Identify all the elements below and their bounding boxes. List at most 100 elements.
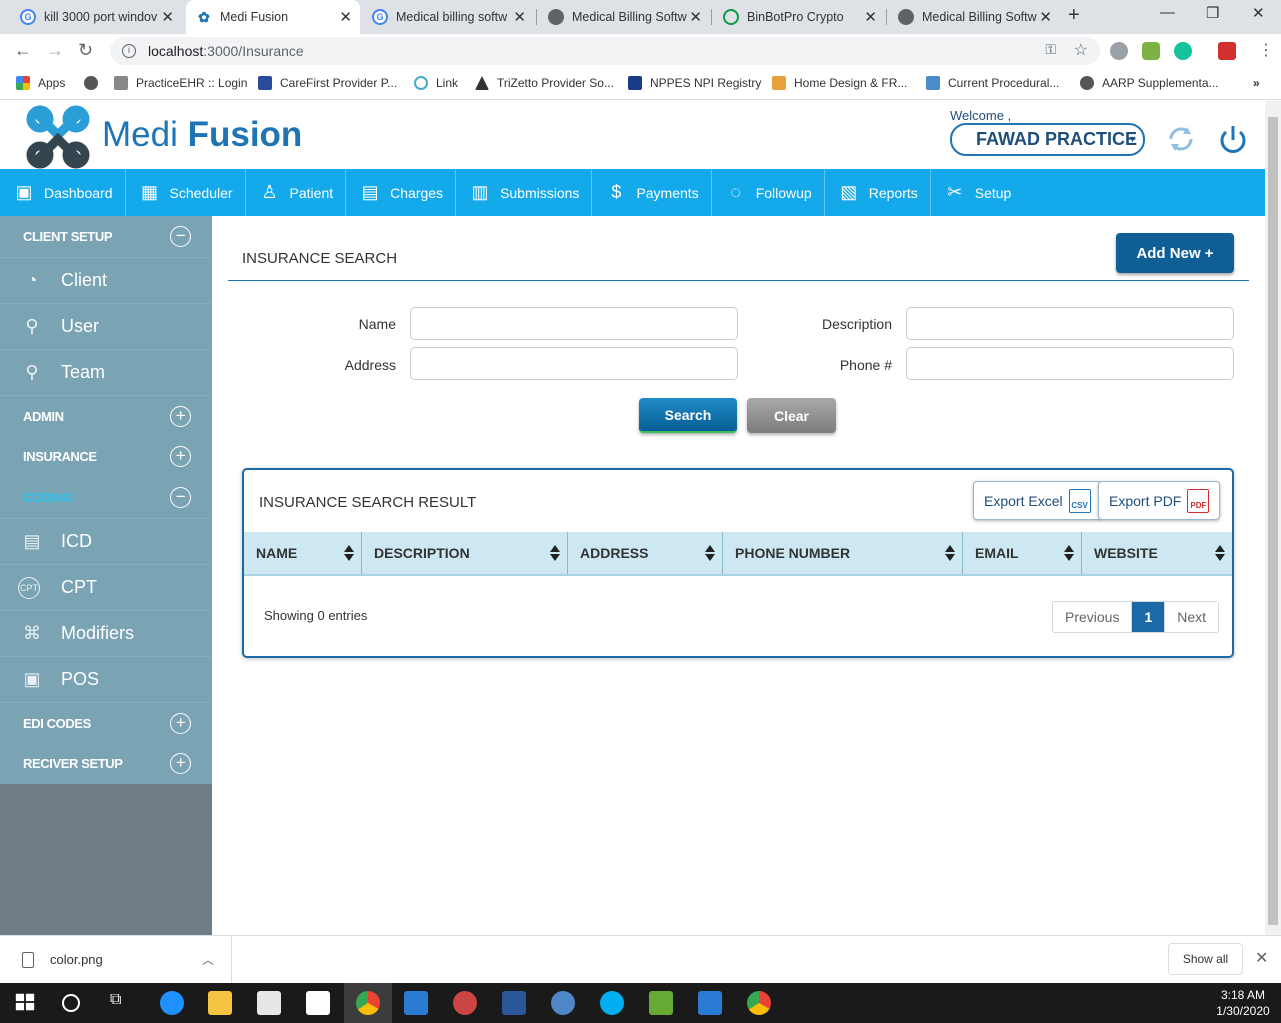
address-input[interactable] [410, 347, 738, 380]
sidebar-item-cpt[interactable]: CPT CPT [0, 564, 212, 610]
column-header-email[interactable]: EMAIL [963, 532, 1082, 574]
next-page-button[interactable]: Next [1165, 602, 1219, 632]
system-clock[interactable]: 3:18 AM 1/30/2020 [1210, 987, 1276, 1019]
sidebar-item-user[interactable]: ⚲ User [0, 303, 212, 349]
windows-start-icon[interactable] [14, 991, 38, 1015]
close-icon[interactable]: ✕ [1255, 948, 1268, 968]
nav-followup[interactable]: ◌ Followup [712, 169, 825, 216]
info-icon[interactable]: i [122, 44, 136, 58]
mail-icon[interactable] [306, 991, 330, 1015]
nav-patient[interactable]: ♙ Patient [246, 169, 347, 216]
column-header-website[interactable]: WEBSITE [1082, 532, 1232, 574]
maximize-icon[interactable]: ❐ [1206, 4, 1219, 22]
add-new-button[interactable]: Add New + [1116, 233, 1234, 273]
nav-submissions[interactable]: ▥ Submissions [456, 169, 593, 216]
column-header-address[interactable]: ADDRESS [568, 532, 723, 574]
practice-selector[interactable]: FAWAD PRACTICE ▼ [950, 123, 1145, 156]
bookmark-globe[interactable] [84, 76, 106, 90]
sidebar-section-admin[interactable]: ADMIN + [0, 395, 212, 436]
back-icon[interactable]: ← [14, 40, 32, 61]
sidebar-item-modifiers[interactable]: ⌘ Modifiers [0, 610, 212, 656]
close-icon[interactable]: ✕ [1039, 8, 1052, 26]
paint-icon[interactable] [453, 991, 477, 1015]
bookmark-trizetto[interactable]: TriZetto Provider So... [475, 76, 614, 90]
expand-icon[interactable]: + [170, 446, 191, 467]
column-header-name[interactable]: NAME [244, 532, 362, 574]
close-icon[interactable]: ✕ [513, 8, 526, 26]
reload-icon[interactable]: ↻ [78, 40, 93, 61]
nav-payments[interactable]: $ Payments [592, 169, 712, 216]
nav-reports[interactable]: ▧ Reports [825, 169, 931, 216]
chevron-up-icon[interactable]: ︿ [202, 951, 214, 968]
browser-tab[interactable]: Medical Billing Softw ✕ [888, 0, 1060, 34]
minimize-icon[interactable]: — [1160, 4, 1175, 21]
bookmarks-overflow-button[interactable]: » [1253, 76, 1260, 90]
chrome-icon[interactable] [747, 991, 771, 1015]
scrollbar-thumb[interactable] [1268, 117, 1278, 925]
browser-tab-active[interactable]: ✿ Medi Fusion ✕ [186, 0, 360, 34]
bookmark-home-design[interactable]: Home Design & FR... [772, 76, 907, 90]
bookmark-cms[interactable]: Current Procedural... [926, 76, 1059, 90]
sidebar-section-reciver-setup[interactable]: RECIVER SETUP + [0, 743, 212, 784]
nav-charges[interactable]: ▤ Charges [346, 169, 457, 216]
chrome-icon[interactable] [356, 991, 380, 1015]
sidebar-section-client-setup[interactable]: CLIENT SETUP − [0, 216, 212, 257]
expand-icon[interactable]: + [170, 753, 191, 774]
bookmark-link[interactable]: Link [414, 76, 458, 90]
download-item[interactable]: color.png ︿ [0, 936, 232, 983]
edge-icon[interactable] [160, 991, 184, 1015]
remote-desktop-icon[interactable] [404, 991, 428, 1015]
git-icon[interactable] [649, 991, 673, 1015]
nav-setup[interactable]: ✂ Setup [931, 169, 1024, 216]
android-extension-icon[interactable] [1142, 42, 1160, 60]
page-scrollbar[interactable] [1265, 101, 1281, 935]
sidebar-item-client[interactable]: ◔ Client [0, 257, 212, 303]
browser-tab[interactable]: G Medical billing softw ✕ [362, 0, 534, 34]
sidebar-item-pos[interactable]: ▣ POS [0, 656, 212, 702]
store-icon[interactable] [257, 991, 281, 1015]
sidebar-section-insurance[interactable]: INSURANCE + [0, 436, 212, 477]
column-header-phone-number[interactable]: PHONE NUMBER [723, 532, 963, 574]
url-field[interactable]: i localhost:3000/Insurance ⚿ ☆ [110, 37, 1100, 65]
close-icon[interactable]: ✕ [339, 8, 352, 26]
window-close-icon[interactable]: ✕ [1252, 4, 1265, 22]
star-icon[interactable]: ☆ [1074, 40, 1088, 60]
sidebar-item-icd[interactable]: ▤ ICD [0, 518, 212, 564]
browser-tab[interactable]: G kill 3000 port windov ✕ [10, 0, 182, 34]
window-app-icon[interactable] [698, 991, 722, 1015]
nav-dashboard[interactable]: ▣ Dashboard [0, 169, 126, 216]
sidebar-section-coding[interactable]: CODING − [0, 477, 212, 518]
phone-input[interactable] [906, 347, 1234, 380]
menu-icon[interactable]: ⋮ [1258, 40, 1274, 60]
export-excel-button[interactable]: Export Excel CSV [973, 481, 1102, 520]
task-view-icon[interactable]: ⧉ [110, 991, 134, 1015]
browser-tab[interactable]: BinBotPro Crypto ✕ [713, 0, 885, 34]
search-icon[interactable] [62, 994, 80, 1012]
search-button[interactable]: Search [639, 398, 737, 433]
bookmark-aarp[interactable]: AARP Supplementa... [1080, 76, 1219, 90]
export-pdf-button[interactable]: Export PDF PDF [1098, 481, 1221, 520]
nav-scheduler[interactable]: ▦ Scheduler [126, 169, 246, 216]
expand-icon[interactable]: + [170, 406, 191, 427]
collapse-icon[interactable]: − [170, 487, 191, 508]
refresh-icon[interactable] [1165, 123, 1197, 155]
show-all-button[interactable]: Show all [1168, 943, 1243, 975]
bookmark-practiceehr[interactable]: PracticeEHR :: Login [114, 76, 247, 90]
skype-icon[interactable] [600, 991, 624, 1015]
clear-button[interactable]: Clear [747, 398, 836, 433]
chromium-icon[interactable] [551, 991, 575, 1015]
new-tab-button[interactable]: + [1068, 4, 1080, 27]
maple-leaf-icon[interactable] [1218, 42, 1236, 60]
name-input[interactable] [410, 307, 738, 340]
grammarly-icon[interactable] [1174, 42, 1192, 60]
key-icon[interactable]: ⚿ [1045, 41, 1056, 58]
power-icon[interactable] [1217, 123, 1249, 157]
bookmark-apps[interactable]: Apps [16, 76, 65, 90]
sidebar-section-edi-codes[interactable]: EDI CODES + [0, 702, 212, 743]
previous-page-button[interactable]: Previous [1053, 602, 1132, 632]
forward-icon[interactable]: → [46, 40, 64, 61]
collapse-icon[interactable]: − [170, 226, 191, 247]
word-icon[interactable] [502, 991, 526, 1015]
close-icon[interactable]: ✕ [864, 8, 877, 26]
close-icon[interactable]: ✕ [161, 8, 174, 26]
